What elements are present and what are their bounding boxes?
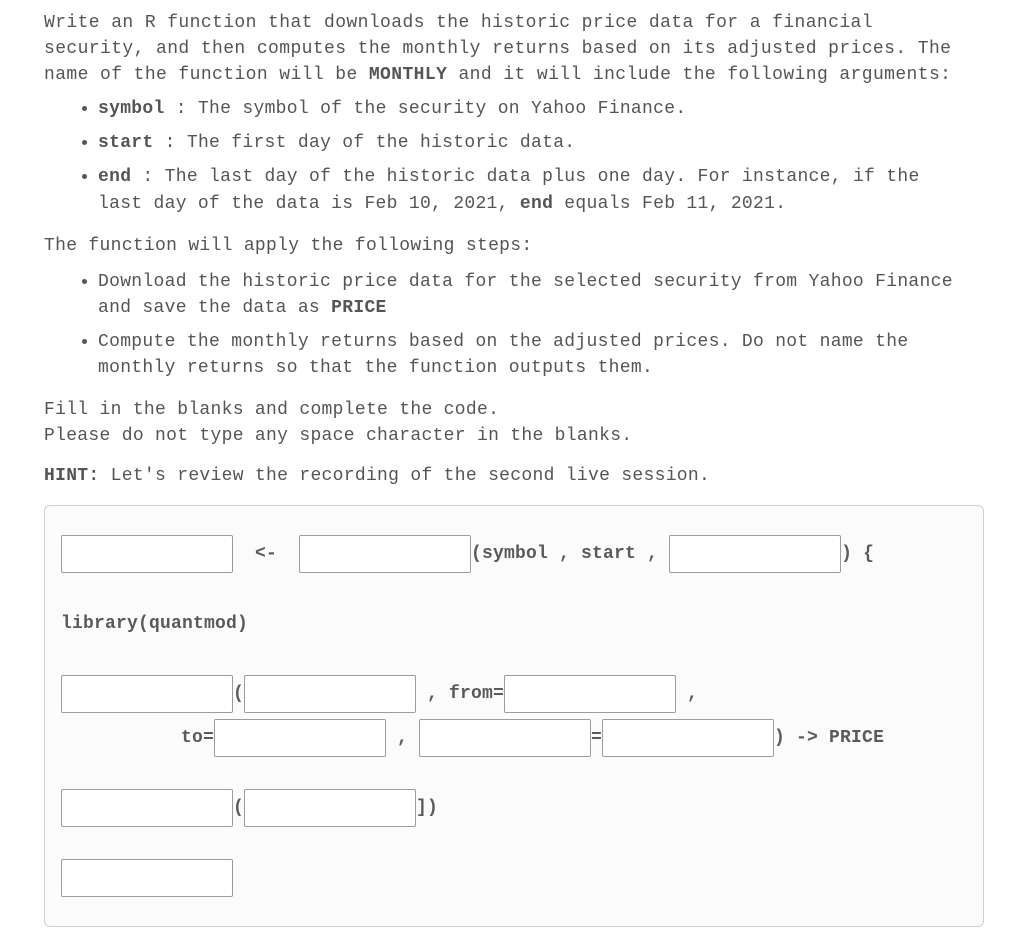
step-item: Compute the monthly returns based on the… <box>98 329 984 381</box>
code-text: , <box>386 725 419 751</box>
arg-desc: The symbol of the security on Yahoo Fina… <box>198 99 686 119</box>
code-to-label: to= <box>181 725 214 751</box>
steps-list: Download the historic price data for the… <box>44 269 984 381</box>
arg-pad <box>154 133 165 153</box>
blank-to-arg[interactable] <box>214 719 386 757</box>
arg-end-bold: end <box>520 194 553 214</box>
arg-item-start: start : The first day of the historic da… <box>98 130 984 156</box>
arguments-list: symbol : The symbol of the security on Y… <box>44 96 984 216</box>
code-text: ]) <box>416 795 438 821</box>
code-text: ( <box>233 681 244 707</box>
arg-name: start <box>98 133 154 153</box>
blank-price-index[interactable] <box>244 789 416 827</box>
arg-item-end: end : The last day of the historic data … <box>98 164 984 216</box>
steps-lead: The function will apply the following st… <box>44 233 984 259</box>
blank-line <box>61 832 967 854</box>
code-library: library(quantmod) <box>61 611 248 637</box>
blank-getsymbols[interactable] <box>61 675 233 713</box>
blank-line <box>61 648 967 670</box>
code-text: , <box>676 681 698 707</box>
arg-desc-post: equals Feb 11, 2021. <box>553 194 786 214</box>
code-panel: <- (symbol , start , ) { library(quantmo… <box>44 505 984 927</box>
hint-label: HINT: <box>44 466 100 486</box>
arg-desc: The first day of the historic data. <box>187 133 576 153</box>
blank-close-brace[interactable] <box>61 859 233 897</box>
blank-from-arg[interactable] <box>504 675 676 713</box>
blank-line <box>61 762 967 784</box>
step-pre: Download the historic price data for the… <box>98 272 953 318</box>
code-row-2: library(quantmod) <box>61 604 967 644</box>
intro-paragraph: Write an R function that downloads the h… <box>44 10 984 88</box>
arg-item-symbol: symbol : The symbol of the security on Y… <box>98 96 984 122</box>
arg-desc-pre: The last day of the historic data plus o… <box>98 167 920 213</box>
arg-name: symbol <box>98 99 165 119</box>
code-text: ) { <box>841 541 874 567</box>
step-pre: Compute the monthly returns based on the… <box>98 332 908 378</box>
arg-pad <box>131 167 142 187</box>
hint-line: HINT: Let's review the recording of the … <box>44 463 984 489</box>
blank-function-keyword[interactable] <box>299 535 471 573</box>
code-text: ( <box>233 795 244 821</box>
code-row-1: <- (symbol , start , ) { <box>61 534 967 574</box>
code-row-6 <box>61 858 967 898</box>
fill-instruction-2: Please do not type any space character i… <box>44 423 984 449</box>
code-row-4: to= , = ) -> PRICE <box>61 718 967 758</box>
blank-line <box>61 578 967 600</box>
arg-colon: : <box>142 167 164 187</box>
arg-colon: : <box>176 99 198 119</box>
arg-name: end <box>98 167 131 187</box>
code-row-3: ( , from= , <box>61 674 967 714</box>
arg-colon: : <box>165 133 187 153</box>
code-text: = <box>591 725 602 751</box>
code-text: <- <box>233 541 299 567</box>
fill-instruction-1: Fill in the blanks and complete the code… <box>44 397 984 423</box>
code-text: (symbol , start , <box>471 541 669 567</box>
intro-post: and it will include the following argume… <box>447 65 951 85</box>
code-text: , from= <box>416 681 504 707</box>
step-item: Download the historic price data for the… <box>98 269 984 321</box>
step-bold: PRICE <box>331 298 387 318</box>
code-text: ) -> PRICE <box>774 725 884 751</box>
blank-fn-name[interactable] <box>61 535 233 573</box>
code-row-5: ( ]) <box>61 788 967 828</box>
intro-fn-name: MONTHLY <box>369 65 447 85</box>
blank-arg-end[interactable] <box>669 535 841 573</box>
blank-autoassign-name[interactable] <box>419 719 591 757</box>
question-container: Write an R function that downloads the h… <box>0 0 1024 947</box>
arg-pad <box>165 99 176 119</box>
hint-text: Let's review the recording of the second… <box>100 466 711 486</box>
blank-symbol-arg[interactable] <box>244 675 416 713</box>
blank-monthlyreturn[interactable] <box>61 789 233 827</box>
blank-autoassign-val[interactable] <box>602 719 774 757</box>
